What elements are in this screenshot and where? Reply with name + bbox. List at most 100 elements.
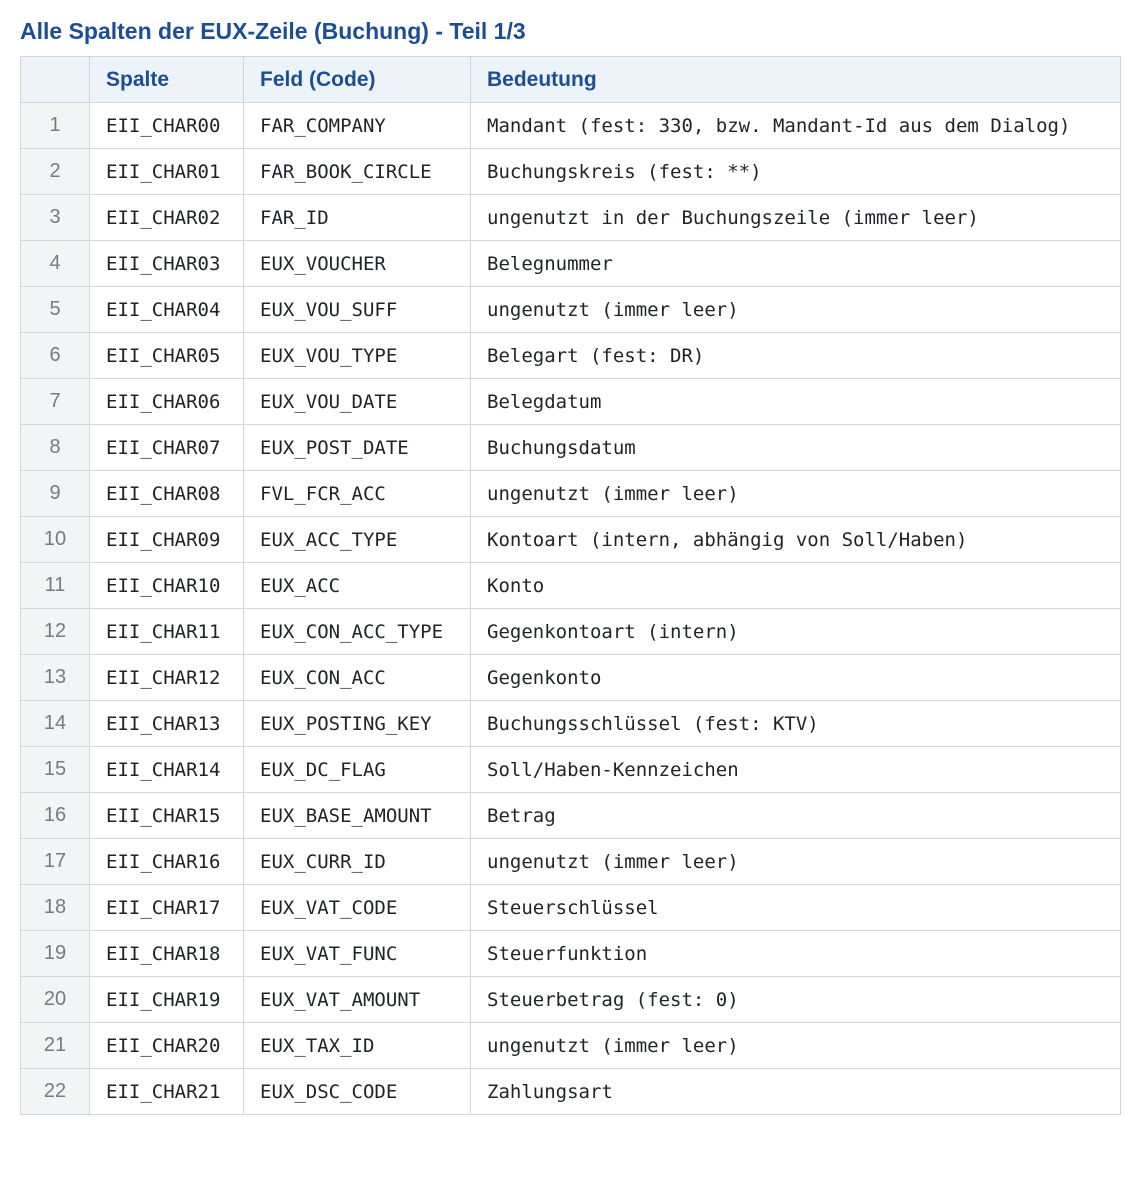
- row-index: 6: [20, 332, 90, 379]
- cell-feld: EUX_DC_FLAG: [243, 746, 471, 793]
- cell-feld: FVL_FCR_ACC: [243, 470, 471, 517]
- row-index: 17: [20, 838, 90, 885]
- table-row: 21 EII_CHAR20 EUX_TAX_ID ungenutzt (immer l…: [20, 1022, 1121, 1069]
- cell-spalte: EII_CHAR00: [89, 102, 244, 149]
- cell-spalte: EII_CHAR06: [89, 378, 244, 425]
- cell-feld: EUX_VAT_FUNC: [243, 930, 471, 977]
- cell-feld: EUX_BASE_AMOUNT: [243, 792, 471, 839]
- row-index: 12: [20, 608, 90, 655]
- cell-bedeutung: Buchungsdatum: [470, 424, 1121, 471]
- cell-spalte: EII_CHAR19: [89, 976, 244, 1023]
- table-row: 20 EII_CHAR19 EUX_VAT_AMOUNT Steuerbetrag (…: [20, 976, 1121, 1023]
- cell-spalte: EII_CHAR08: [89, 470, 244, 517]
- table-row: 5 EII_CHAR04 EUX_VOU_SUFF ungenutzt (immer …: [20, 286, 1121, 333]
- cell-feld: EUX_VAT_AMOUNT: [243, 976, 471, 1023]
- eux-columns-table: Spalte Feld (Code) Bedeutung 1 EII_CHAR00…: [20, 56, 1121, 1115]
- page-title: Alle Spalten der EUX-Zeile (Buchung) - T…: [20, 18, 526, 44]
- cell-feld: FAR_COMPANY: [243, 102, 471, 149]
- cell-bedeutung: Mandant (fest: 330, bzw. Mandant-Id aus …: [470, 102, 1121, 149]
- table-row: 16 EII_CHAR15 EUX_BASE_AMOUNT Betrag: [20, 792, 1121, 839]
- cell-spalte: EII_CHAR11: [89, 608, 244, 655]
- cell-bedeutung: Buchungsschlüssel (fest: KTV): [470, 700, 1121, 747]
- cell-spalte: EII_CHAR07: [89, 424, 244, 471]
- cell-feld: EUX_DSC_CODE: [243, 1068, 471, 1115]
- row-index: 21: [20, 1022, 90, 1069]
- cell-bedeutung: Belegdatum: [470, 378, 1121, 425]
- row-index: 11: [20, 562, 90, 609]
- row-index: 18: [20, 884, 90, 931]
- table-row: 8 EII_CHAR07 EUX_POST_DATE Buchungsdatum: [20, 424, 1121, 471]
- cell-spalte: EII_CHAR09: [89, 516, 244, 563]
- cell-bedeutung: ungenutzt (immer leer): [470, 470, 1121, 517]
- cell-bedeutung: ungenutzt (immer leer): [470, 1022, 1121, 1069]
- cell-bedeutung: Belegart (fest: DR): [470, 332, 1121, 379]
- cell-spalte: EII_CHAR15: [89, 792, 244, 839]
- header-feld: Feld (Code): [243, 56, 471, 103]
- cell-feld: EUX_CON_ACC: [243, 654, 471, 701]
- cell-feld: EUX_VOU_SUFF: [243, 286, 471, 333]
- cell-bedeutung: Gegenkontoart (intern): [470, 608, 1121, 655]
- cell-bedeutung: Soll/Haben-Kennzeichen: [470, 746, 1121, 793]
- cell-feld: EUX_CURR_ID: [243, 838, 471, 885]
- table-row: 19 EII_CHAR18 EUX_VAT_FUNC Steuerfunktion: [20, 930, 1121, 977]
- cell-spalte: EII_CHAR02: [89, 194, 244, 241]
- row-index: 4: [20, 240, 90, 287]
- cell-spalte: EII_CHAR12: [89, 654, 244, 701]
- cell-bedeutung: Steuerfunktion: [470, 930, 1121, 977]
- cell-feld: EUX_ACC_TYPE: [243, 516, 471, 563]
- cell-spalte: EII_CHAR20: [89, 1022, 244, 1069]
- table-row: 1 EII_CHAR00 FAR_COMPANY Mandant (fest: 330…: [20, 102, 1121, 149]
- table-row: 12 EII_CHAR11 EUX_CON_ACC_TYPE Gegenkontoar…: [20, 608, 1121, 655]
- cell-bedeutung: ungenutzt (immer leer): [470, 286, 1121, 333]
- header-index: [20, 56, 90, 103]
- cell-spalte: EII_CHAR01: [89, 148, 244, 195]
- cell-feld: EUX_VOU_TYPE: [243, 332, 471, 379]
- table-row: 13 EII_CHAR12 EUX_CON_ACC Gegenkonto: [20, 654, 1121, 701]
- table-row: 17 EII_CHAR16 EUX_CURR_ID ungenutzt (immer …: [20, 838, 1121, 885]
- table-row: 2 EII_CHAR01 FAR_BOOK_CIRCLE Buchungskreis …: [20, 148, 1121, 195]
- cell-feld: EUX_ACC: [243, 562, 471, 609]
- cell-bedeutung: Gegenkonto: [470, 654, 1121, 701]
- cell-bedeutung: ungenutzt (immer leer): [470, 838, 1121, 885]
- cell-feld: EUX_VAT_CODE: [243, 884, 471, 931]
- row-index: 16: [20, 792, 90, 839]
- row-index: 15: [20, 746, 90, 793]
- cell-spalte: EII_CHAR13: [89, 700, 244, 747]
- cell-feld: EUX_VOU_DATE: [243, 378, 471, 425]
- cell-feld: EUX_TAX_ID: [243, 1022, 471, 1069]
- header-bedeutung: Bedeutung: [470, 56, 1121, 103]
- cell-bedeutung: Zahlungsart: [470, 1068, 1121, 1115]
- cell-spalte: EII_CHAR05: [89, 332, 244, 379]
- cell-bedeutung: Betrag: [470, 792, 1121, 839]
- row-index: 10: [20, 516, 90, 563]
- row-index: 14: [20, 700, 90, 747]
- cell-feld: FAR_ID: [243, 194, 471, 241]
- table-row: 9 EII_CHAR08 FVL_FCR_ACC ungenutzt (immer l…: [20, 470, 1121, 517]
- cell-feld: EUX_POST_DATE: [243, 424, 471, 471]
- table-row: 22 EII_CHAR21 EUX_DSC_CODE Zahlungsart: [20, 1068, 1121, 1115]
- cell-bedeutung: Steuerbetrag (fest: 0): [470, 976, 1121, 1023]
- row-index: 2: [20, 148, 90, 195]
- table-row: 11 EII_CHAR10 EUX_ACC Konto: [20, 562, 1121, 609]
- table-row: 10 EII_CHAR09 EUX_ACC_TYPE Kontoart (intern…: [20, 516, 1121, 563]
- cell-spalte: EII_CHAR21: [89, 1068, 244, 1115]
- row-index: 5: [20, 286, 90, 333]
- cell-spalte: EII_CHAR10: [89, 562, 244, 609]
- cell-spalte: EII_CHAR17: [89, 884, 244, 931]
- table-row: 3 EII_CHAR02 FAR_ID ungenutzt in der Buchun…: [20, 194, 1121, 241]
- cell-feld: EUX_POSTING_KEY: [243, 700, 471, 747]
- cell-spalte: EII_CHAR03: [89, 240, 244, 287]
- table-row: 7 EII_CHAR06 EUX_VOU_DATE Belegdatum: [20, 378, 1121, 425]
- row-index: 13: [20, 654, 90, 701]
- table-row: 18 EII_CHAR17 EUX_VAT_CODE Steuerschlüssel: [20, 884, 1121, 931]
- cell-bedeutung: Belegnummer: [470, 240, 1121, 287]
- row-index: 1: [20, 102, 90, 149]
- row-index: 8: [20, 424, 90, 471]
- row-index: 19: [20, 930, 90, 977]
- row-index: 7: [20, 378, 90, 425]
- cell-feld: EUX_CON_ACC_TYPE: [243, 608, 471, 655]
- table-row: 4 EII_CHAR03 EUX_VOUCHER Belegnummer: [20, 240, 1121, 287]
- cell-feld: FAR_BOOK_CIRCLE: [243, 148, 471, 195]
- cell-bedeutung: ungenutzt in der Buchungszeile (immer le…: [470, 194, 1121, 241]
- header-spalte: Spalte: [89, 56, 244, 103]
